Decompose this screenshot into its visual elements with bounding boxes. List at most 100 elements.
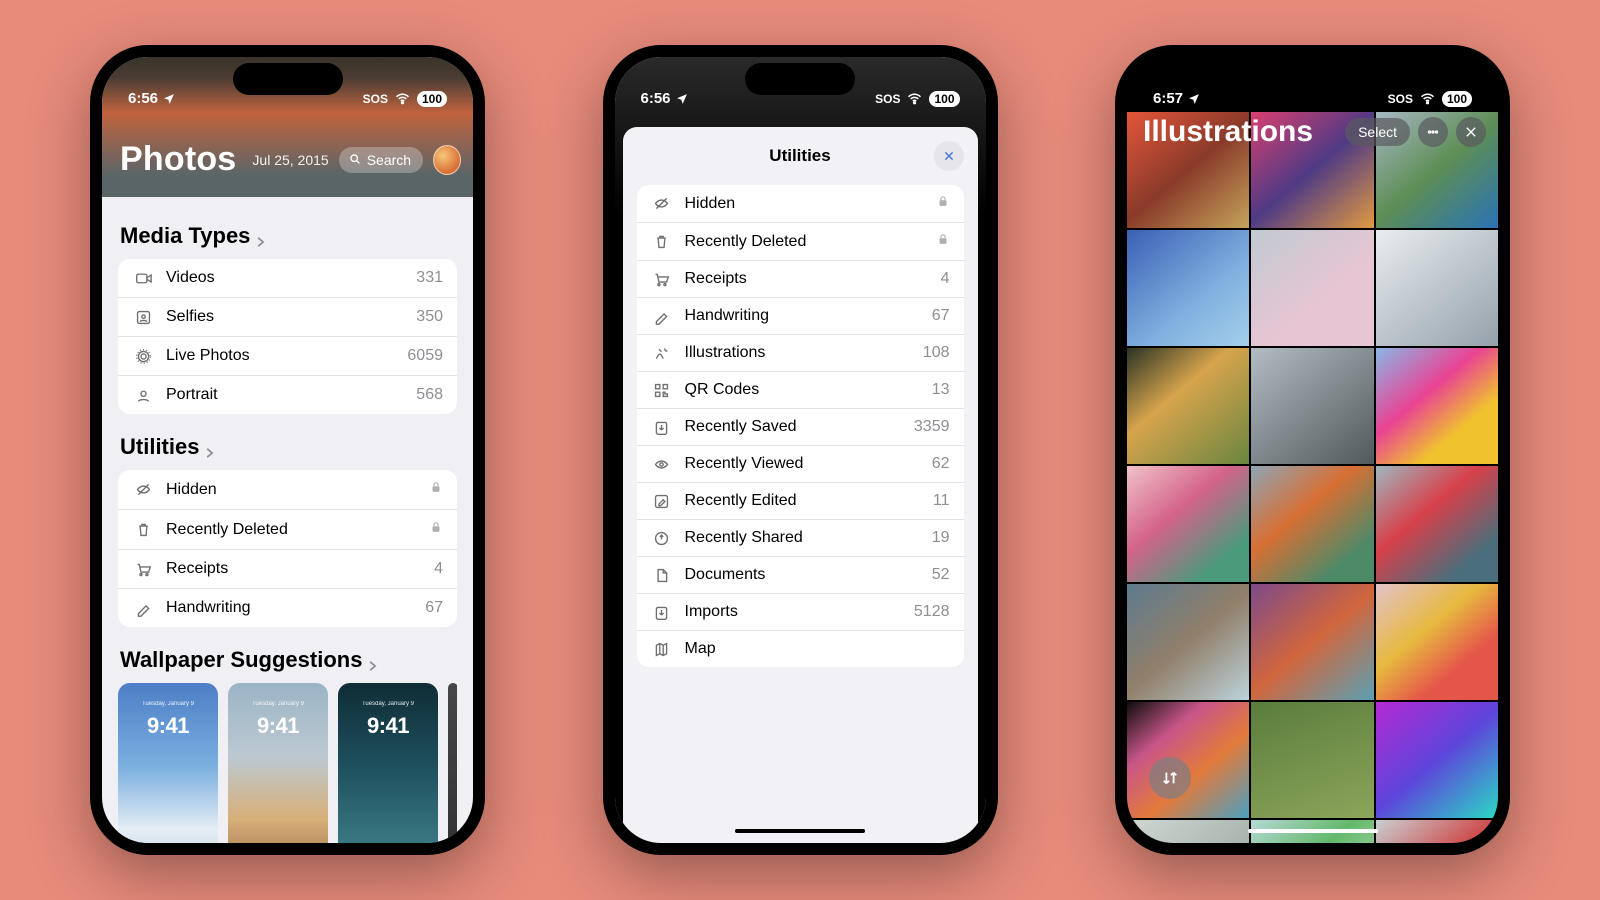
item-label: Portrait bbox=[166, 386, 416, 404]
list-item-documents[interactable]: Documents52 bbox=[637, 556, 964, 593]
list-item-recently-shared[interactable]: Recently Shared19 bbox=[637, 519, 964, 556]
list-item-handwriting[interactable]: Handwriting67 bbox=[118, 588, 457, 627]
collection-title: Illustrations bbox=[1143, 115, 1337, 149]
item-label: Handwriting bbox=[166, 599, 425, 617]
item-label: Selfies bbox=[166, 308, 416, 326]
photo-thumb[interactable] bbox=[1376, 584, 1498, 700]
chevron-right-icon bbox=[203, 440, 217, 454]
list-item-imports[interactable]: Imports5128 bbox=[637, 593, 964, 630]
item-count: 350 bbox=[416, 308, 443, 326]
status-sos: SOS bbox=[875, 92, 900, 106]
item-count: 19 bbox=[932, 529, 950, 547]
item-label: Handwriting bbox=[685, 307, 932, 325]
list-item-hidden[interactable]: Hidden bbox=[118, 470, 457, 509]
close-button[interactable] bbox=[934, 141, 964, 171]
list-item-recently-edited[interactable]: Recently Edited11 bbox=[637, 482, 964, 519]
select-button[interactable]: Select bbox=[1345, 118, 1410, 146]
screen-3: 6:57 SOS 100 bbox=[1127, 57, 1498, 843]
item-label: Imports bbox=[685, 603, 914, 621]
wallpaper-thumb[interactable] bbox=[448, 683, 457, 843]
item-count: 13 bbox=[932, 381, 950, 399]
photo-thumb[interactable] bbox=[1127, 820, 1249, 843]
wifi-icon bbox=[394, 90, 411, 107]
list-item-map[interactable]: Map bbox=[637, 630, 964, 667]
notch bbox=[745, 63, 855, 95]
phone-illustrations: 6:57 SOS 100 bbox=[1115, 45, 1510, 855]
location-icon bbox=[1187, 92, 1201, 106]
list-item-receipts[interactable]: Receipts4 bbox=[637, 260, 964, 297]
wallpaper-thumb[interactable]: Tuesday, January 99:41 bbox=[338, 683, 438, 843]
list-item-recently-viewed[interactable]: Recently Viewed62 bbox=[637, 445, 964, 482]
list-item-recently-saved[interactable]: Recently Saved3359 bbox=[637, 408, 964, 445]
eye-icon bbox=[651, 456, 673, 473]
item-label: Hidden bbox=[166, 481, 429, 499]
edit-icon bbox=[651, 493, 673, 510]
qr-icon bbox=[651, 382, 673, 399]
list-item-recently-deleted[interactable]: Recently Deleted bbox=[118, 509, 457, 549]
photo-thumb[interactable] bbox=[1127, 584, 1249, 700]
map-icon bbox=[651, 641, 673, 658]
home-indicator[interactable] bbox=[1248, 829, 1378, 833]
list-item-handwriting[interactable]: Handwriting67 bbox=[637, 297, 964, 334]
hand-icon bbox=[651, 308, 673, 325]
share-icon bbox=[651, 530, 673, 547]
list-item-illustrations[interactable]: Illustrations108 bbox=[637, 334, 964, 371]
search-button[interactable]: Search bbox=[339, 147, 423, 173]
illus-icon bbox=[651, 345, 673, 362]
photo-thumb[interactable] bbox=[1376, 820, 1498, 843]
close-button[interactable] bbox=[1456, 117, 1486, 147]
close-icon bbox=[943, 150, 955, 162]
sort-button[interactable] bbox=[1149, 757, 1191, 799]
search-label: Search bbox=[367, 152, 411, 168]
list-item-qr-codes[interactable]: QR Codes13 bbox=[637, 371, 964, 408]
battery-icon: 100 bbox=[417, 91, 447, 107]
photo-thumb[interactable] bbox=[1251, 230, 1373, 346]
photo-thumb[interactable] bbox=[1376, 702, 1498, 818]
list-item-recently-deleted[interactable]: Recently Deleted bbox=[637, 222, 964, 260]
photo-thumb[interactable] bbox=[1376, 466, 1498, 582]
item-label: Recently Saved bbox=[685, 418, 914, 436]
status-time: 6:56 bbox=[128, 90, 158, 107]
list-item-receipts[interactable]: Receipts4 bbox=[118, 549, 457, 588]
photo-thumb[interactable] bbox=[1376, 348, 1498, 464]
lock-icon bbox=[429, 480, 443, 499]
avatar[interactable] bbox=[433, 145, 461, 175]
list-item-videos[interactable]: Videos331 bbox=[118, 259, 457, 297]
item-label: Recently Viewed bbox=[685, 455, 932, 473]
section-media-types[interactable]: Media Types bbox=[120, 223, 455, 249]
chevron-right-icon bbox=[366, 653, 380, 667]
photo-thumb[interactable] bbox=[1376, 230, 1498, 346]
list-item-live-photos[interactable]: Live Photos6059 bbox=[118, 336, 457, 375]
wallpaper-thumb[interactable]: Tuesday, January 99:41 bbox=[228, 683, 328, 843]
location-icon bbox=[675, 92, 689, 106]
photo-thumb[interactable] bbox=[1251, 348, 1373, 464]
photo-thumb[interactable] bbox=[1251, 702, 1373, 818]
photo-thumb[interactable] bbox=[1127, 466, 1249, 582]
more-button[interactable] bbox=[1418, 117, 1448, 147]
item-label: Recently Deleted bbox=[685, 233, 936, 251]
location-icon bbox=[162, 92, 176, 106]
photo-thumb[interactable] bbox=[1251, 584, 1373, 700]
battery-icon: 100 bbox=[1442, 91, 1472, 107]
status-sos: SOS bbox=[1388, 92, 1413, 106]
list-item-selfies[interactable]: Selfies350 bbox=[118, 297, 457, 336]
photo-thumb[interactable] bbox=[1127, 348, 1249, 464]
photo-thumb[interactable] bbox=[1127, 702, 1249, 818]
wifi-icon bbox=[1419, 90, 1436, 107]
photo-thumb[interactable] bbox=[1127, 230, 1249, 346]
utilities-full-list: HiddenRecently DeletedReceipts4Handwriti… bbox=[637, 185, 964, 667]
item-label: Receipts bbox=[685, 270, 941, 288]
wallpaper-thumb[interactable]: Tuesday, January 99:41 bbox=[118, 683, 218, 843]
section-wallpaper[interactable]: Wallpaper Suggestions bbox=[120, 647, 455, 673]
item-label: Receipts bbox=[166, 560, 434, 578]
home-indicator[interactable] bbox=[735, 829, 865, 833]
item-count: 6059 bbox=[407, 347, 443, 365]
section-utilities[interactable]: Utilities bbox=[120, 434, 455, 460]
photo-thumb[interactable] bbox=[1251, 466, 1373, 582]
hidden-icon bbox=[651, 195, 673, 212]
item-count: 331 bbox=[416, 269, 443, 287]
screen-1: 6:56 SOS 100 Photos Jul 25, 2015 Search bbox=[102, 57, 473, 843]
list-item-hidden[interactable]: Hidden bbox=[637, 185, 964, 222]
list-item-portrait[interactable]: Portrait568 bbox=[118, 375, 457, 414]
notch bbox=[1258, 63, 1368, 95]
